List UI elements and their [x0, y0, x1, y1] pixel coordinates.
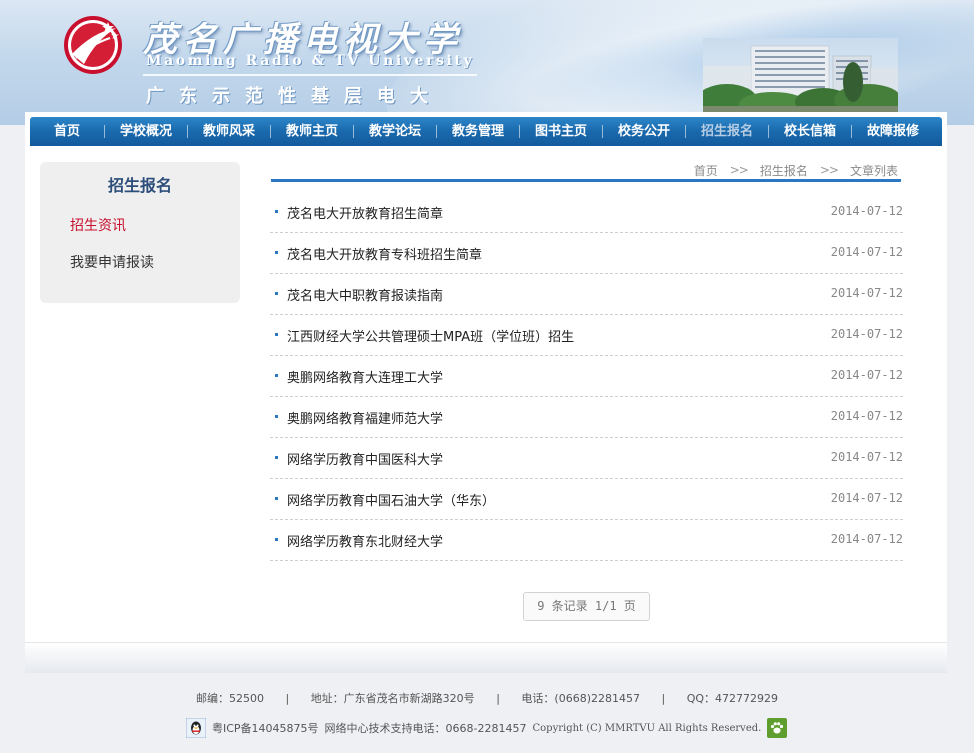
article-row: 茂名电大开放教育专科班招生简章 2014-07-12: [270, 233, 903, 274]
article-list: 茂名电大开放教育招生简章 2014-07-12 茂名电大开放教育专科班招生简章 201…: [270, 192, 903, 561]
nav-item-7[interactable]: 校务公开: [603, 117, 685, 146]
article-date: 2014-07-12: [830, 409, 903, 423]
article-title-link[interactable]: 茂名电大开放教育专科班招生简章: [287, 244, 482, 263]
bullet-icon: [275, 456, 278, 459]
campus-building-image: [703, 38, 898, 112]
bullet-icon: [275, 210, 278, 213]
article-title-link[interactable]: 江西财经大学公共管理硕士MPA班（学位班）招生: [287, 326, 574, 345]
article-row: 奥鹏网络教育福建师范大学 2014-07-12: [270, 397, 903, 438]
bullet-icon: [275, 374, 278, 377]
bullet-icon: [275, 292, 278, 295]
article-date: 2014-07-12: [830, 245, 903, 259]
nav-item-9[interactable]: 校长信箱: [769, 117, 851, 146]
bullet-icon: [275, 415, 278, 418]
qq-penguin-icon[interactable]: [186, 718, 206, 738]
footer-copyright: Copyright (C) MMRTVU All Rights Reserved…: [532, 722, 762, 734]
article-row: 网络学历教育中国医科大学 2014-07-12: [270, 438, 903, 479]
title-divider: [143, 74, 477, 76]
article-date: 2014-07-12: [830, 204, 903, 218]
breadcrumb-separator: >>: [729, 163, 749, 177]
main-navigation: 首页 学校概况 教师风采 教师主页 教学论坛 教务管理 图书主页 校务公开 招生报名 校长信箱 故障…: [30, 117, 942, 146]
footer-legal: 粤ICP备14045875号 网络中心技术支持电话：0668-2281457 C…: [180, 717, 793, 739]
article-title-link[interactable]: 奥鹏网络教育福建师范大学: [287, 408, 443, 427]
content-header-rule: [271, 179, 901, 182]
article-date: 2014-07-12: [830, 327, 903, 341]
bullet-icon: [275, 333, 278, 336]
nav-item-0[interactable]: 首页: [30, 117, 104, 146]
article-title-link[interactable]: 奥鹏网络教育大连理工大学: [287, 367, 443, 386]
breadcrumb-home-link[interactable]: 首页: [694, 162, 718, 179]
article-row: 网络学历教育中国石油大学（华东） 2014-07-12: [270, 479, 903, 520]
site-slogan: 广东示范性基层电大: [146, 86, 443, 107]
article-title-link[interactable]: 网络学历教育中国石油大学（华东）: [287, 490, 495, 509]
nav-item-2[interactable]: 教师风采: [188, 117, 270, 146]
article-date: 2014-07-12: [830, 491, 903, 505]
bullet-icon: [275, 538, 278, 541]
article-row: 江西财经大学公共管理硕士MPA班（学位班）招生 2014-07-12: [270, 315, 903, 356]
sidebar: 招生报名 招生资讯 我要申请报读: [40, 162, 240, 303]
footer-separator: |: [496, 692, 500, 705]
article-date: 2014-07-12: [830, 286, 903, 300]
sidebar-title: 招生报名: [107, 176, 172, 195]
breadcrumb: 首页 >> 招生报名 >> 文章列表: [694, 161, 898, 179]
bullet-icon: [275, 497, 278, 500]
site-title-english: Maoming Radio & TV University: [146, 53, 475, 69]
footer-separator: |: [285, 692, 290, 705]
sidebar-link-apply[interactable]: 我要申请报读: [70, 252, 154, 272]
footer-separator: |: [661, 692, 666, 705]
article-date: 2014-07-12: [830, 450, 903, 464]
footer-phone: 电话：(0668)2281457: [521, 692, 640, 705]
nav-item-1[interactable]: 学校概况: [105, 117, 187, 146]
pagination-info: 9 条记录 1/1 页: [523, 592, 650, 621]
article-title-link[interactable]: 茂名电大开放教育招生简章: [287, 203, 443, 222]
footer-qq: QQ：472772929: [686, 692, 779, 705]
panel-bottom-shadow: [25, 642, 947, 673]
article-row: 网络学历教育东北财经大学 2014-07-12: [270, 520, 903, 561]
sidebar-link-admission-news[interactable]: 招生资讯: [70, 215, 126, 235]
article-row: 茂名电大开放教育招生简章 2014-07-12: [270, 192, 903, 233]
article-date: 2014-07-12: [830, 368, 903, 382]
nav-item-5[interactable]: 教务管理: [437, 117, 519, 146]
breadcrumb-current: 文章列表: [849, 163, 898, 178]
article-title-link[interactable]: 网络学历教育东北财经大学: [287, 531, 443, 550]
nav-item-6[interactable]: 图书主页: [520, 117, 602, 146]
article-date: 2014-07-12: [830, 532, 903, 546]
article-title-link[interactable]: 茂名电大中职教育报读指南: [287, 285, 443, 304]
article-row: 茂名电大中职教育报读指南 2014-07-12: [270, 274, 903, 315]
nav-item-8[interactable]: 招生报名: [686, 117, 768, 146]
bullet-icon: [275, 251, 278, 254]
nav-item-10[interactable]: 故障报修: [852, 117, 934, 146]
university-logo-icon: [64, 16, 122, 74]
breadcrumb-section-link[interactable]: 招生报名: [760, 162, 808, 179]
footer-postcode: 邮编：52500: [195, 692, 264, 705]
footer-contact: 邮编：52500 | 地址：广东省茂名市新湖路320号 | 电话：(0668)2…: [0, 690, 974, 706]
breadcrumb-separator: >>: [819, 163, 839, 177]
footer-icp: 粤ICP备14045875号: [212, 722, 319, 735]
footer-support: 网络中心技术支持电话：0668-2281457: [324, 722, 527, 735]
nav-item-3[interactable]: 教师主页: [271, 117, 353, 146]
article-row: 奥鹏网络教育大连理工大学 2014-07-12: [270, 356, 903, 397]
article-title-link[interactable]: 网络学历教育中国医科大学: [287, 449, 443, 468]
site-header: 茂名广播电视大学 Maoming Radio & TV University 广…: [0, 0, 974, 125]
paw-badge-icon[interactable]: [767, 718, 788, 738]
footer-address: 地址：广东省茂名市新湖路320号: [310, 692, 475, 705]
nav-item-4[interactable]: 教学论坛: [354, 117, 436, 146]
